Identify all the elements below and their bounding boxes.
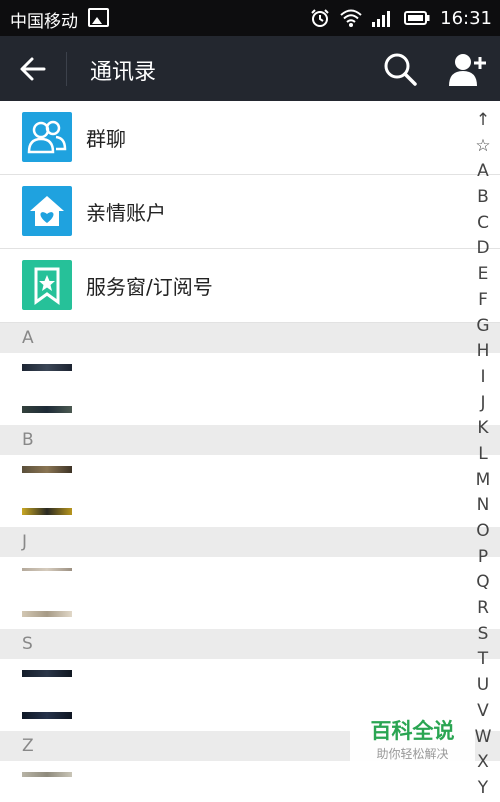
contact-row[interactable] bbox=[0, 761, 500, 797]
contact-row[interactable] bbox=[0, 659, 500, 695]
status-icons: 16:31 bbox=[300, 7, 492, 29]
alphabet-index[interactable]: ↑ ☆ A B C D E F G H I J K L M N O P Q R S T U V W X Y bbox=[470, 108, 496, 802]
image-notification-icon bbox=[88, 8, 109, 27]
index-letter[interactable]: C bbox=[470, 211, 496, 237]
index-letter[interactable]: B bbox=[470, 185, 496, 211]
contact-row[interactable] bbox=[0, 455, 500, 491]
page-title: 通讯录 bbox=[90, 60, 157, 85]
battery-icon bbox=[404, 11, 430, 25]
contact-avatar bbox=[22, 406, 72, 413]
index-letter[interactable]: A bbox=[470, 159, 496, 185]
contact-avatar bbox=[22, 772, 72, 777]
carrier-name: 中国移动 bbox=[10, 12, 78, 32]
index-letter[interactable]: F bbox=[470, 288, 496, 314]
back-arrow-icon[interactable] bbox=[18, 54, 48, 84]
watermark-title: 百科全说 bbox=[370, 719, 455, 743]
contact-list[interactable]: 群聊 亲情账户 服务窗/订阅号 A B J S Z bbox=[0, 101, 500, 797]
family-home-icon bbox=[22, 186, 72, 236]
index-letter[interactable]: ☆ bbox=[470, 134, 496, 160]
family-account-label: 亲情账户 bbox=[86, 201, 166, 225]
watermark-subtitle: 助你轻松解决 bbox=[376, 747, 449, 761]
family-account-entry[interactable]: 亲情账户 bbox=[0, 175, 500, 249]
search-icon[interactable] bbox=[383, 52, 417, 86]
contact-avatar bbox=[22, 670, 72, 677]
contact-row[interactable] bbox=[0, 353, 500, 389]
index-letter[interactable]: D bbox=[470, 236, 496, 262]
wifi-icon bbox=[340, 9, 362, 27]
group-chat-label: 群聊 bbox=[86, 127, 126, 151]
index-letter[interactable]: O bbox=[470, 519, 496, 545]
service-subscription-entry[interactable]: 服务窗/订阅号 bbox=[0, 249, 500, 323]
bookmark-star-icon bbox=[22, 260, 72, 310]
index-letter[interactable]: ↑ bbox=[470, 108, 496, 134]
index-letter[interactable]: K bbox=[470, 416, 496, 442]
index-letter[interactable]: R bbox=[470, 596, 496, 622]
index-letter[interactable]: P bbox=[470, 545, 496, 571]
contact-row[interactable] bbox=[0, 593, 500, 629]
contact-avatar bbox=[22, 508, 72, 515]
section-header-s: S bbox=[0, 629, 500, 659]
alarm-icon bbox=[311, 9, 329, 27]
contact-row[interactable] bbox=[0, 389, 500, 425]
contact-avatar bbox=[22, 611, 72, 617]
app-bar: 通讯录 bbox=[0, 36, 500, 101]
clock: 16:31 bbox=[440, 7, 492, 29]
index-letter[interactable]: M bbox=[470, 468, 496, 494]
contact-avatar bbox=[22, 712, 72, 719]
contact-row[interactable] bbox=[0, 557, 500, 593]
index-letter[interactable]: U bbox=[470, 673, 496, 699]
group-chat-icon bbox=[22, 112, 72, 162]
index-letter[interactable]: Y bbox=[470, 776, 496, 802]
index-letter[interactable]: I bbox=[470, 365, 496, 391]
index-letter[interactable]: L bbox=[470, 442, 496, 468]
index-letter[interactable]: G bbox=[470, 314, 496, 340]
contact-avatar bbox=[22, 466, 72, 473]
index-letter[interactable]: J bbox=[470, 391, 496, 417]
add-contact-icon[interactable] bbox=[447, 51, 487, 87]
service-subscription-label: 服务窗/订阅号 bbox=[86, 275, 213, 299]
group-chat-entry[interactable]: 群聊 bbox=[0, 101, 500, 175]
index-letter[interactable]: Q bbox=[470, 570, 496, 596]
contact-avatar bbox=[22, 568, 72, 571]
index-letter[interactable]: H bbox=[470, 339, 496, 365]
signal-icon bbox=[372, 11, 391, 27]
index-letter[interactable]: T bbox=[470, 647, 496, 673]
index-letter[interactable]: S bbox=[470, 622, 496, 648]
title-divider bbox=[66, 52, 67, 86]
index-letter[interactable]: E bbox=[470, 262, 496, 288]
section-header-b: B bbox=[0, 425, 500, 455]
section-header-a: A bbox=[0, 323, 500, 353]
watermark: 百科全说 助你轻松解决 bbox=[350, 712, 475, 762]
contact-row[interactable] bbox=[0, 491, 500, 527]
status-bar: 中国移动 16:31 bbox=[0, 0, 500, 36]
section-header-j: J bbox=[0, 527, 500, 557]
index-letter[interactable]: N bbox=[470, 493, 496, 519]
contact-avatar bbox=[22, 364, 72, 371]
